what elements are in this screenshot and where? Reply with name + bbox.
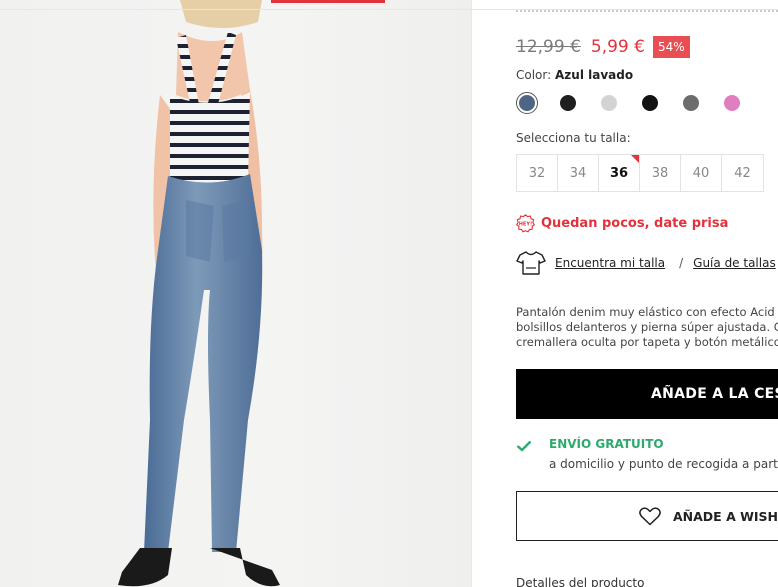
size-label: Selecciona tu talla: bbox=[516, 131, 631, 145]
find-my-size-link[interactable]: Encuentra mi talla bbox=[555, 256, 665, 270]
size-option-42[interactable]: 42 bbox=[722, 155, 763, 191]
check-icon bbox=[516, 440, 532, 452]
size-option-label: 42 bbox=[734, 165, 751, 181]
size-guide-links: Encuentra mi talla / Guía de tallas bbox=[516, 250, 776, 276]
swatch-dot bbox=[642, 95, 658, 111]
low-stock-text: Quedan pocos, date prisa bbox=[541, 216, 729, 231]
size-option-label: 34 bbox=[569, 165, 587, 181]
color-swatches bbox=[516, 92, 762, 114]
product-details-heading[interactable]: Detalles del producto bbox=[516, 576, 644, 587]
size-option-32[interactable]: 32 bbox=[517, 155, 558, 191]
add-to-cart-button[interactable]: AÑADE A LA CEST bbox=[516, 369, 778, 419]
product-photo-illustration bbox=[118, 0, 280, 587]
hey-badge-text: HEY! bbox=[519, 222, 533, 228]
swatch-dot bbox=[601, 95, 617, 111]
size-option-label: 40 bbox=[692, 165, 710, 181]
old-price: 12,99 € bbox=[516, 37, 581, 57]
column-divider bbox=[471, 0, 472, 587]
swatch-dot bbox=[519, 95, 535, 111]
color-label-prefix: Color: bbox=[516, 68, 552, 82]
swatch-dot bbox=[560, 95, 576, 111]
selected-color-name: Azul lavado bbox=[555, 68, 634, 82]
size-option-40[interactable]: 40 bbox=[681, 155, 722, 191]
image-pager-indicator bbox=[271, 0, 385, 3]
size-option-34[interactable]: 34 bbox=[558, 155, 599, 191]
add-to-cart-label: AÑADE A LA CEST bbox=[651, 386, 778, 402]
size-selector: 32 34 36 38 40 42 bbox=[516, 154, 764, 192]
color-swatch-azul-lavado[interactable] bbox=[516, 92, 538, 114]
color-label: Color: Azul lavado bbox=[516, 68, 633, 82]
color-swatch-gris[interactable] bbox=[680, 92, 702, 114]
product-info-panel: 12,99 € 5,99 € 54% Color: Azul lavado Se… bbox=[516, 0, 778, 587]
heart-icon bbox=[639, 506, 661, 526]
swatch-dot bbox=[683, 95, 699, 111]
size-option-label: 32 bbox=[528, 165, 546, 181]
add-to-wishlist-button[interactable]: AÑADE A WISHLIS bbox=[516, 491, 778, 541]
add-to-wishlist-label: AÑADE A WISHLIS bbox=[673, 508, 778, 524]
size-option-label: 36 bbox=[609, 165, 629, 181]
link-separator: / bbox=[679, 256, 684, 270]
dotted-divider bbox=[516, 10, 778, 12]
swatch-dot bbox=[724, 95, 740, 111]
price-row: 12,99 € 5,99 € 54% bbox=[516, 36, 690, 58]
sale-price: 5,99 € bbox=[590, 37, 645, 57]
tshirt-icon bbox=[516, 251, 546, 275]
size-option-38[interactable]: 38 bbox=[640, 155, 681, 191]
product-image[interactable] bbox=[0, 0, 471, 587]
description-line: cremallera oculta por tapeta y botón met… bbox=[516, 335, 778, 349]
description-line: bolsillos delanteros y pierna súper ajus… bbox=[516, 320, 778, 334]
discount-badge: 54% bbox=[652, 36, 690, 58]
size-guide-link[interactable]: Guía de tallas bbox=[693, 256, 776, 270]
product-description: Pantalón denim muy elástico con efecto A… bbox=[516, 305, 778, 350]
free-shipping-subtitle: a domicilio y punto de recogida a part bbox=[549, 457, 778, 471]
color-swatch-negro[interactable] bbox=[557, 92, 579, 114]
low-stock-corner-marker bbox=[631, 155, 639, 163]
color-swatch-gris-claro[interactable] bbox=[598, 92, 620, 114]
color-swatch-rosa[interactable] bbox=[721, 92, 743, 114]
free-shipping-title: ENVÍO GRATUITO bbox=[549, 437, 664, 451]
color-swatch-negro-2[interactable] bbox=[639, 92, 661, 114]
size-option-label: 38 bbox=[651, 165, 669, 181]
hey-badge-icon: HEY! bbox=[516, 214, 535, 233]
size-option-36[interactable]: 36 bbox=[599, 155, 640, 191]
description-line: Pantalón denim muy elástico con efecto A… bbox=[516, 305, 778, 319]
low-stock-notice: HEY! Quedan pocos, date prisa bbox=[516, 214, 728, 233]
